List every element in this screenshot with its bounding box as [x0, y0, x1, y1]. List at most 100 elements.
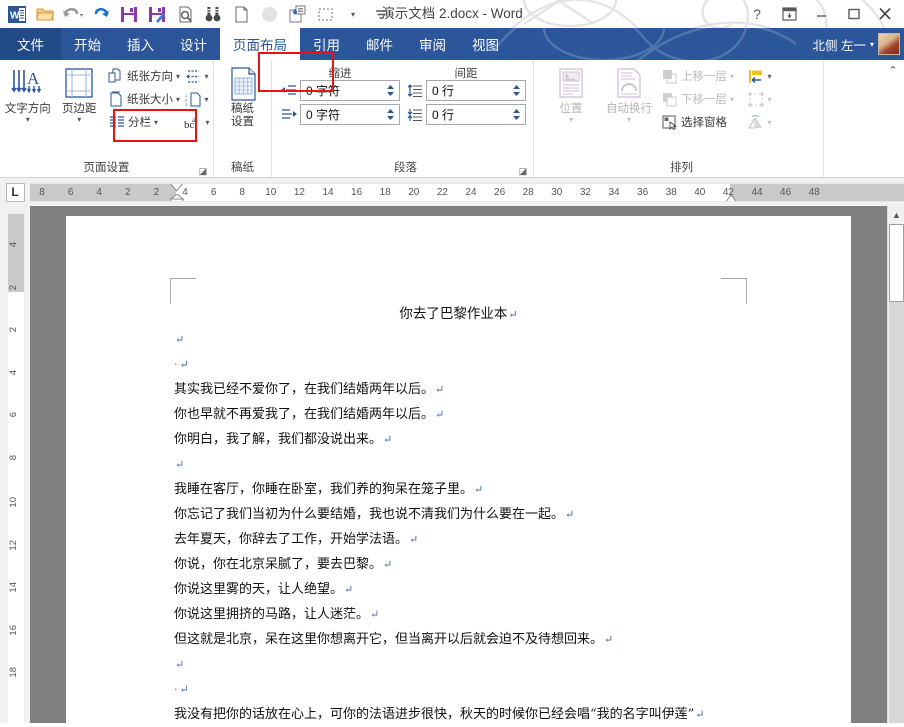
manuscript-settings-button[interactable]: 稿纸 设置: [216, 63, 269, 129]
align-objects-button[interactable]: ▾: [746, 65, 774, 87]
bring-forward-button[interactable]: 上移一层 ▾: [658, 65, 746, 87]
account-name: 北侧 左一: [813, 35, 866, 54]
minimize-button[interactable]: [806, 1, 836, 27]
ribbon-tabs[interactable]: 文件 开始 插入 设计 页面布局 引用 邮件 审阅 视图 北侧 左一 ▾: [0, 28, 904, 60]
tab-references[interactable]: 引用: [300, 28, 353, 60]
close-button[interactable]: [870, 1, 900, 27]
ribbon-group-arrange: 位置 ▾ 自动换行 ▾: [534, 60, 824, 177]
maximize-button[interactable]: [838, 1, 868, 27]
paper-orientation-button[interactable]: 纸张方向 ▾: [105, 65, 183, 87]
tab-home[interactable]: 开始: [61, 28, 114, 60]
tab-stop-selector[interactable]: L: [0, 178, 30, 206]
spacing-before-spinner[interactable]: [511, 83, 525, 98]
rotate-objects-caret-icon[interactable]: ▾: [767, 119, 771, 126]
spacing-after-spinner[interactable]: [511, 107, 525, 122]
line-numbers-button[interactable]: 1 2 3 ▾: [183, 88, 211, 110]
ruler-tick-2: 2: [125, 187, 131, 198]
document-body[interactable]: 你去了巴黎作业本↵↵·↵其实我已经不爱你了，在我们结婚两年以后。↵你也早就不再爱…: [66, 302, 851, 723]
send-backward-caret-icon[interactable]: ▾: [730, 96, 734, 103]
text-direction-caret-icon[interactable]: ▾: [26, 116, 30, 123]
quick-access-toolbar[interactable]: W: [0, 1, 394, 27]
rotate-objects-button[interactable]: ▾: [746, 111, 774, 133]
tab-design[interactable]: 设计: [167, 28, 220, 60]
group-objects-caret-icon[interactable]: ▾: [767, 96, 771, 103]
columns-caret-icon[interactable]: ▾: [154, 119, 158, 126]
new-document-icon[interactable]: [228, 1, 254, 27]
document-canvas[interactable]: 你去了巴黎作业本↵↵·↵其实我已经不爱你了，在我们结婚两年以后。↵你也早就不再爱…: [30, 206, 887, 723]
wrap-text-button[interactable]: 自动换行 ▾: [600, 63, 658, 123]
line-numbers-caret-icon[interactable]: ▾: [204, 96, 208, 103]
columns-button[interactable]: 分栏 ▾: [105, 111, 183, 133]
bring-forward-caret-icon[interactable]: ▾: [730, 73, 734, 80]
ruler-tick-26: 26: [494, 187, 505, 198]
save-as-icon[interactable]: [144, 1, 170, 27]
ribbon[interactable]: A 文字方向 ▾: [0, 60, 904, 178]
vertical-ruler[interactable]: 4224681012141618: [0, 206, 30, 723]
save-icon[interactable]: [116, 1, 142, 27]
tab-page-layout[interactable]: 页面布局: [220, 28, 300, 60]
margins-caret-icon[interactable]: ▾: [77, 116, 81, 123]
pilcrow-icon: ↵: [369, 608, 379, 621]
align-objects-caret-icon[interactable]: ▾: [767, 73, 771, 80]
account-caret-icon[interactable]: ▾: [870, 40, 874, 49]
customize-qat-icon[interactable]: [368, 1, 394, 27]
spacing-after-icon: [406, 106, 423, 123]
indent-heading: 缩进: [280, 65, 400, 80]
redo-icon[interactable]: [88, 1, 114, 27]
group-objects-button[interactable]: ▾: [746, 88, 774, 110]
indent-left-input[interactable]: 0 字符: [300, 80, 400, 101]
scroll-up-button[interactable]: ▲: [889, 206, 904, 223]
ruler-tick-24: 24: [465, 187, 476, 198]
horizontal-ruler[interactable]: 8642246810121416182022242628303234363840…: [30, 183, 904, 202]
paper-size-button[interactable]: 纸张大小 ▾: [105, 88, 183, 110]
select-dropdown-icon[interactable]: ▾: [340, 1, 366, 27]
tab-mailings[interactable]: 邮件: [353, 28, 406, 60]
position-caret-icon[interactable]: ▾: [569, 116, 573, 123]
print-preview-icon[interactable]: [172, 1, 198, 27]
text-direction-button[interactable]: A 文字方向 ▾: [2, 63, 54, 123]
tab-insert[interactable]: 插入: [114, 28, 167, 60]
send-backward-button[interactable]: 下移一层 ▾: [658, 88, 746, 110]
pilcrow-icon: ↵: [179, 358, 189, 371]
indent-left-spinner[interactable]: [385, 83, 399, 98]
select-icon[interactable]: [312, 1, 338, 27]
paragraph-dialog-launcher[interactable]: ◪: [518, 166, 528, 176]
help-icon[interactable]: ?: [742, 1, 772, 27]
paste-special-icon[interactable]: [284, 1, 310, 27]
margins-button[interactable]: 页边距 ▾: [54, 63, 106, 123]
ruler-tick-18: 18: [380, 187, 391, 198]
undo-icon[interactable]: [60, 1, 86, 27]
indent-right-spinner[interactable]: [385, 107, 399, 122]
document-page[interactable]: 你去了巴黎作业本↵↵·↵其实我已经不爱你了，在我们结婚两年以后。↵你也早就不再爱…: [66, 216, 851, 723]
wrap-text-caret-icon[interactable]: ▾: [627, 116, 631, 123]
document-paragraph: 但这就是北京，呆在这里你想离开它，但当离开以后就会迫不及待想回来。↵: [174, 627, 743, 652]
hyphenation-button[interactable]: bc a- ▾: [183, 111, 211, 133]
find-icon[interactable]: [200, 1, 226, 27]
window-controls[interactable]: ?: [742, 0, 900, 28]
paper-orientation-caret-icon[interactable]: ▾: [176, 73, 180, 80]
spacing-before-input[interactable]: 0 行: [426, 80, 526, 101]
svg-text:a-: a-: [192, 116, 198, 124]
account-area[interactable]: 北侧 左一 ▾: [813, 28, 901, 60]
pilcrow-icon: ↵: [408, 533, 418, 546]
tab-view[interactable]: 视图: [459, 28, 512, 60]
vertical-scrollbar[interactable]: ▲: [887, 206, 904, 723]
avatar[interactable]: [878, 33, 900, 55]
selection-pane-button[interactable]: 选择窗格: [658, 111, 746, 133]
hyphenation-caret-icon[interactable]: ▾: [205, 119, 209, 126]
breaks-button[interactable]: ▾: [183, 65, 211, 87]
tab-file[interactable]: 文件: [0, 28, 61, 60]
ribbon-display-options-icon[interactable]: [774, 1, 804, 27]
page-setup-dialog-launcher[interactable]: ◪: [198, 166, 208, 176]
position-button[interactable]: 位置 ▾: [542, 63, 600, 123]
indent-right-input[interactable]: 0 字符: [300, 104, 400, 125]
tab-review[interactable]: 审阅: [406, 28, 459, 60]
collapse-ribbon-icon[interactable]: ⌃: [884, 60, 902, 80]
scrollbar-track[interactable]: [889, 302, 904, 723]
paper-size-caret-icon[interactable]: ▾: [176, 96, 180, 103]
breaks-caret-icon[interactable]: ▾: [204, 73, 208, 80]
open-icon[interactable]: [32, 1, 58, 27]
svg-text:A: A: [27, 69, 40, 88]
scrollbar-thumb[interactable]: [889, 224, 904, 302]
spacing-after-input[interactable]: 0 行: [426, 104, 526, 125]
